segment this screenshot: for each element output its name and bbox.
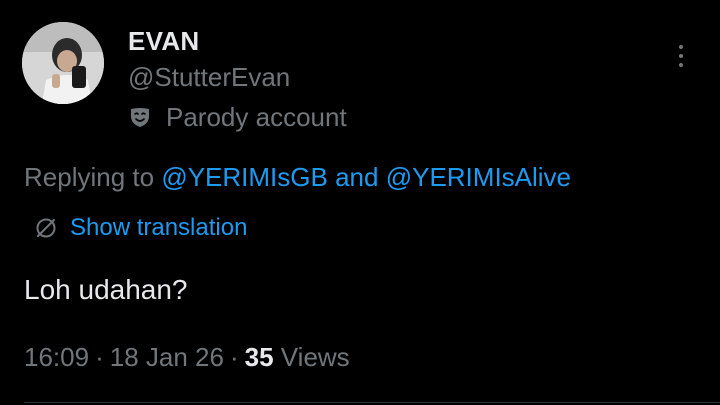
parody-label-text: Parody account xyxy=(166,101,347,132)
parody-label: Parody account xyxy=(128,100,347,134)
globe-icon xyxy=(36,218,56,238)
tweet-meta: 16:09 · 18 Jan 26 · 35 Views xyxy=(24,342,350,373)
more-dots-icon xyxy=(679,54,683,58)
show-translation-label: Show translation xyxy=(70,214,248,241)
views-label[interactable]: Views xyxy=(281,342,350,372)
mention-link[interactable]: @YERIMIsGB xyxy=(161,162,328,192)
mention-link[interactable]: @YERIMIsAlive xyxy=(386,162,571,192)
divider xyxy=(24,402,720,403)
avatar[interactable] xyxy=(22,22,104,104)
more-options-button[interactable] xyxy=(666,36,696,76)
tweet-time[interactable]: 16:09 xyxy=(24,342,89,372)
views-count[interactable]: 35 xyxy=(245,342,274,372)
mention-conjunction: and xyxy=(335,162,379,192)
more-dots-icon xyxy=(679,63,683,67)
author-display-name[interactable]: EVAN xyxy=(128,26,200,57)
parody-mask-icon xyxy=(131,108,149,127)
tweet-detail: EVAN @StutterEvan Parody account Replyin… xyxy=(0,0,720,405)
show-translation-button[interactable]: Show translation xyxy=(34,212,247,244)
avatar-image xyxy=(22,22,104,104)
tweet-text: Loh udahan? xyxy=(24,274,188,305)
tweet-date[interactable]: 18 Jan 26 xyxy=(110,342,224,372)
meta-separator: · xyxy=(95,342,104,372)
replying-to: Replying to @YERIMIsGB and @YERIMIsAlive xyxy=(24,162,571,193)
meta-separator: · xyxy=(229,342,239,372)
more-dots-icon xyxy=(679,45,683,49)
author-handle[interactable]: @StutterEvan xyxy=(128,62,290,93)
replying-prefix: Replying to xyxy=(24,162,155,192)
